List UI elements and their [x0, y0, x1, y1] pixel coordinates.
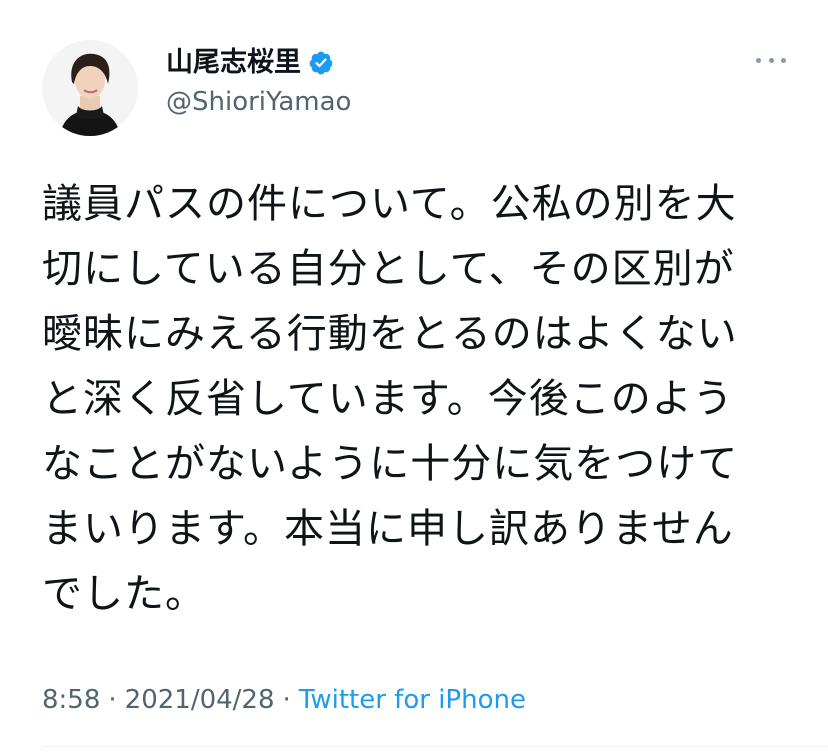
author-name-row[interactable]: 山尾志桜里: [166, 44, 334, 82]
display-name[interactable]: 山尾志桜里: [166, 44, 301, 82]
more-options-icon[interactable]: [756, 48, 786, 72]
meta-separator: ·: [282, 685, 291, 715]
avatar[interactable]: [42, 40, 138, 136]
more-dot: [781, 57, 786, 63]
profile-photo-icon: [42, 40, 138, 136]
more-dot: [768, 57, 774, 63]
tweet-meta: 8:58 · 2021/04/28 · Twitter for iPhone: [42, 678, 526, 722]
tweet-date[interactable]: 2021/04/28: [125, 685, 275, 715]
author-handle[interactable]: @ShioriYamao: [166, 84, 351, 120]
tweet-time[interactable]: 8:58: [42, 685, 100, 715]
meta-separator: ·: [108, 685, 117, 715]
more-dot: [756, 57, 761, 63]
tweet-text: 議員パスの件について。公私の別を大 切にしている自分として、その区別が 曖昧にみ…: [42, 181, 739, 617]
tweet-source-link[interactable]: Twitter for iPhone: [299, 685, 526, 715]
divider: [42, 746, 828, 747]
verified-badge-icon: [309, 51, 333, 75]
